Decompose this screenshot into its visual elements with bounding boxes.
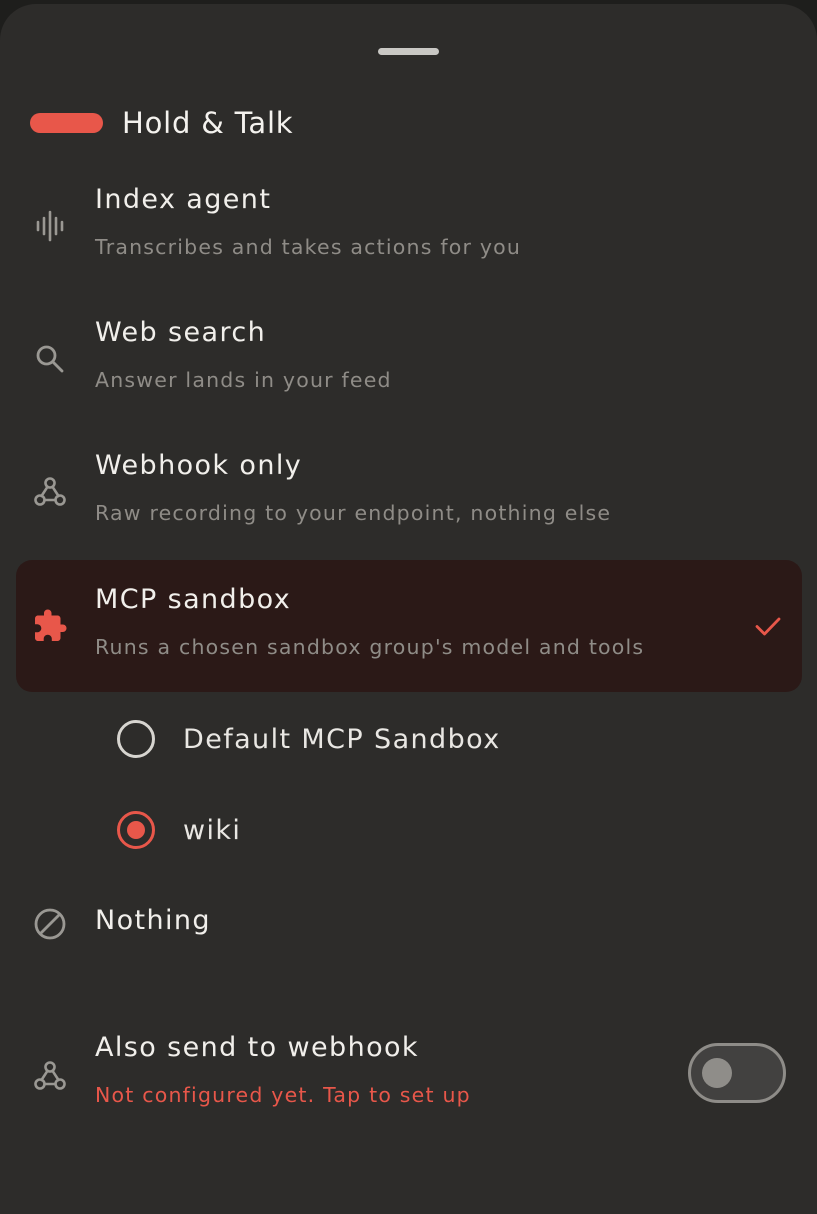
webhook-toggle[interactable] <box>688 1043 786 1103</box>
option-webhook-only[interactable]: Webhook only Raw recording to your endpo… <box>16 426 802 558</box>
radio-button[interactable] <box>117 720 155 758</box>
option-title: Web search <box>95 317 267 348</box>
webhook-title: Also send to webhook <box>95 1032 419 1063</box>
option-subtitle: Transcribes and takes actions for you <box>95 235 522 259</box>
webhook-icon <box>30 1056 70 1096</box>
waveform-icon <box>30 206 70 246</box>
option-subtitle: Runs a chosen sandbox group's model and … <box>95 635 645 659</box>
option-subtitle: Answer lands in your feed <box>95 368 392 392</box>
option-mcp-sandbox[interactable]: MCP sandbox Runs a chosen sandbox group'… <box>16 560 802 692</box>
option-title: Nothing <box>95 905 211 936</box>
record-pill-icon <box>30 113 103 133</box>
radio-button-selected[interactable] <box>117 811 155 849</box>
webhook-setting-row[interactable]: Also send to webhook Not configured yet.… <box>16 1014 802 1134</box>
option-title: Webhook only <box>95 450 303 481</box>
option-subtitle: Raw recording to your endpoint, nothing … <box>95 501 612 525</box>
sandbox-label: wiki <box>183 814 242 846</box>
option-web-search[interactable]: Web search Answer lands in your feed <box>16 293 802 425</box>
option-index-agent[interactable]: Index agent Transcribes and takes action… <box>16 160 802 292</box>
sandbox-option-wiki[interactable]: wiki <box>112 800 712 860</box>
toggle-knob <box>702 1058 732 1088</box>
prohibited-icon <box>30 904 70 944</box>
option-title: MCP sandbox <box>95 584 292 615</box>
webhook-icon <box>30 472 70 512</box>
search-icon <box>30 339 70 379</box>
option-title: Index agent <box>95 184 272 215</box>
puzzle-icon <box>30 606 70 646</box>
option-nothing[interactable]: Nothing <box>16 892 802 956</box>
check-icon <box>752 610 784 642</box>
radio-dot <box>127 821 145 839</box>
sheet-title: Hold & Talk <box>122 106 294 140</box>
webhook-setup-link[interactable]: Not configured yet. Tap to set up <box>95 1083 471 1107</box>
bottom-sheet: Hold & Talk Index agent Transcribes and … <box>0 4 817 1214</box>
drag-handle[interactable] <box>378 48 439 55</box>
sandbox-label: Default MCP Sandbox <box>183 723 501 755</box>
sandbox-option-default[interactable]: Default MCP Sandbox <box>112 709 712 769</box>
sheet-header: Hold & Talk <box>30 100 293 146</box>
